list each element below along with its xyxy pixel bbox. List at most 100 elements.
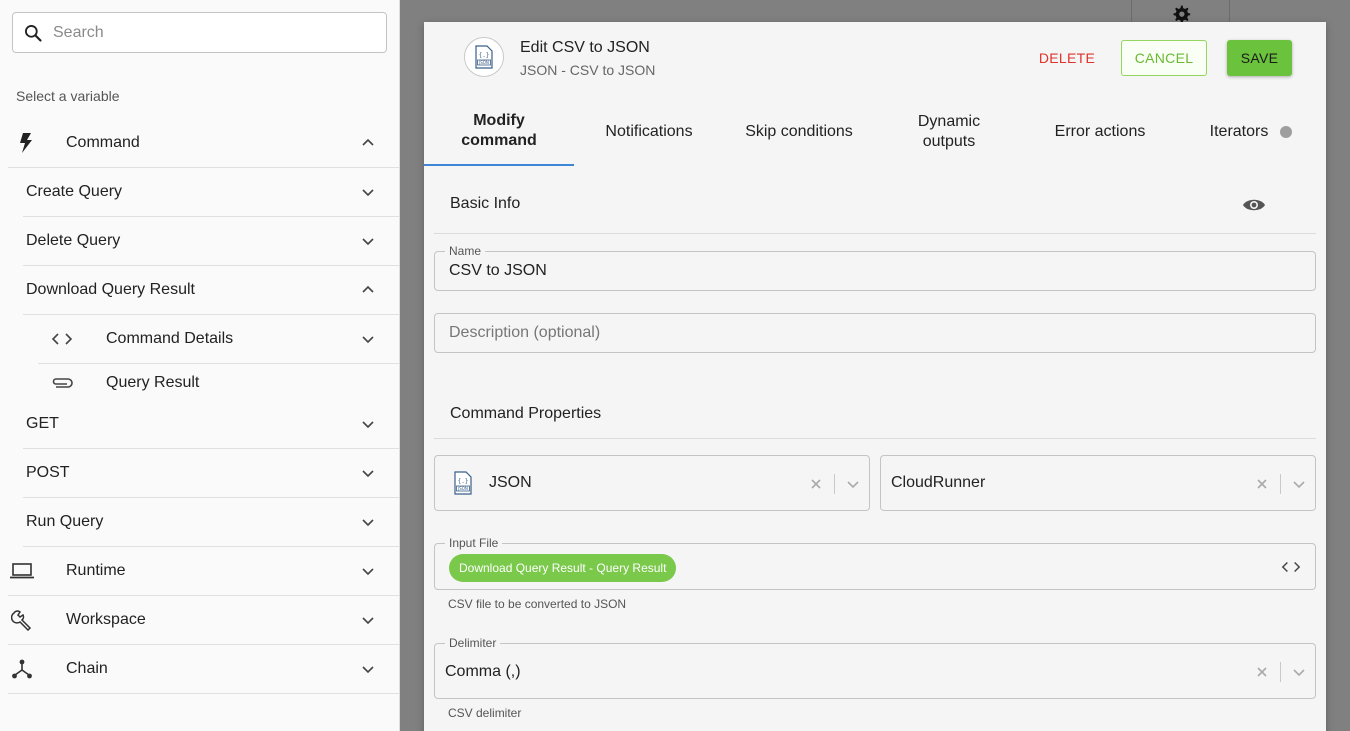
name-field[interactable]: Name CSV to JSON — [434, 244, 1316, 291]
divider — [434, 438, 1316, 439]
json-file-icon: {.} JSON — [453, 471, 473, 500]
laptop-icon — [10, 559, 34, 583]
tab-notifications[interactable]: Notifications — [574, 97, 724, 166]
name-value: CSV to JSON — [449, 262, 547, 279]
modal-title: Edit CSV to JSON — [520, 39, 650, 56]
sidebar-item-label: GET — [26, 415, 59, 432]
code-icon[interactable] — [1281, 560, 1301, 574]
sidebar-item-create-query[interactable]: Create Query — [23, 168, 399, 217]
sidebar-item-command[interactable]: Command — [8, 119, 399, 168]
bolt-icon — [14, 131, 38, 155]
sidebar-item-label: Delete Query — [26, 232, 121, 249]
basic-info-title: Basic Info — [450, 195, 521, 212]
chevron-down-icon[interactable] — [361, 234, 375, 248]
sidebar-item-label: Create Query — [26, 183, 123, 200]
integration-select[interactable]: {.} JSON JSON — [434, 455, 870, 511]
eye-icon[interactable] — [1242, 193, 1266, 217]
edit-command-modal: {.} JSON Edit CSV to JSON JSON - CSV to J… — [424, 22, 1326, 731]
input-file-label: Input File — [445, 536, 503, 550]
description-placeholder: Description (optional) — [449, 324, 601, 341]
chevron-up-icon[interactable] — [361, 136, 375, 150]
gear-icon[interactable] — [1171, 4, 1191, 24]
delimiter-helper: CSV delimiter — [448, 706, 522, 720]
sidebar-item-delete-query[interactable]: Delete Query — [23, 217, 399, 266]
settings-area — [1131, 0, 1230, 24]
input-file-field[interactable]: Input File Download Query Result - Query… — [434, 536, 1316, 590]
chevron-down-icon[interactable] — [361, 515, 375, 529]
chevron-down-icon[interactable] — [1291, 476, 1307, 492]
svg-text:JSON: JSON — [457, 486, 468, 491]
clear-icon[interactable] — [809, 477, 823, 491]
sidebar-item-query-result[interactable]: Query Result — [38, 364, 399, 401]
svg-text:{.}: {.} — [479, 52, 490, 59]
command-properties-title: Command Properties — [450, 405, 602, 422]
tab-label: Modify command — [461, 111, 537, 149]
sidebar-item-label: Command Details — [106, 330, 234, 347]
sidebar-item-command-details[interactable]: Command Details — [38, 315, 399, 364]
divider — [434, 233, 1316, 234]
chevron-up-icon[interactable] — [361, 283, 375, 297]
input-file-helper: CSV file to be converted to JSON — [448, 597, 627, 611]
chevron-down-icon[interactable] — [361, 185, 375, 199]
tab-iterators[interactable]: Iterators — [1176, 97, 1326, 166]
sidebar-item-workspace[interactable]: Workspace — [8, 596, 399, 645]
json-file-icon: {.} JSON — [464, 37, 504, 77]
select-variable-label: Select a variable — [16, 88, 120, 104]
sidebar-item-runtime[interactable]: Runtime — [8, 547, 399, 596]
sidebar-item-label: Query Result — [106, 373, 200, 391]
chevron-down-icon[interactable] — [361, 662, 375, 676]
chevron-down-icon[interactable] — [361, 466, 375, 480]
chain-icon — [10, 657, 34, 681]
cancel-button[interactable]: CANCEL — [1121, 40, 1207, 76]
chevron-down-icon[interactable] — [1291, 664, 1307, 680]
chevron-down-icon[interactable] — [361, 613, 375, 627]
tab-error-actions[interactable]: Error actions — [1024, 97, 1176, 166]
description-field[interactable]: Description (optional) — [434, 313, 1316, 353]
code-icon — [50, 327, 74, 351]
separator — [834, 474, 835, 494]
search-box[interactable] — [12, 12, 387, 53]
status-dot — [1280, 125, 1293, 138]
tab-label: Dynamic outputs — [917, 112, 981, 150]
sidebar-item-run-query[interactable]: Run Query — [23, 498, 399, 547]
tab-modify-command[interactable]: Modify command — [424, 97, 574, 166]
variable-panel: Select a variable Command Create Query D… — [0, 0, 400, 731]
sidebar-item-chain[interactable]: Chain — [8, 645, 399, 694]
modal-subtitle: JSON - CSV to JSON — [520, 62, 656, 78]
wrench-icon — [10, 608, 34, 632]
save-button[interactable]: SAVE — [1227, 40, 1292, 76]
chevron-down-icon[interactable] — [361, 417, 375, 431]
input-file-chip[interactable]: Download Query Result - Query Result — [449, 554, 677, 582]
runner-select[interactable]: CloudRunner — [880, 455, 1316, 511]
clear-icon[interactable] — [1255, 477, 1269, 491]
sidebar-item-post[interactable]: POST — [23, 449, 399, 498]
sidebar-item-label: Workspace — [66, 611, 146, 628]
tab-skip-conditions[interactable]: Skip conditions — [724, 97, 874, 166]
sidebar-item-label: Runtime — [66, 562, 126, 579]
search-input[interactable] — [53, 23, 353, 42]
delimiter-value: Comma (,) — [445, 663, 521, 680]
sidebar-item-download-query-result[interactable]: Download Query Result — [23, 266, 399, 315]
delete-button[interactable]: DELETE — [1032, 40, 1102, 76]
tab-label: Iterators — [1209, 122, 1269, 140]
tab-label: Notifications — [605, 122, 693, 140]
separator — [1280, 662, 1281, 682]
tab-bar: Modify command Notifications Skip condit… — [424, 97, 1326, 166]
sidebar-item-label: POST — [26, 464, 70, 481]
runner-value: CloudRunner — [891, 474, 986, 491]
separator — [1280, 474, 1281, 494]
delimiter-select[interactable]: Delimiter Comma (,) — [434, 636, 1316, 699]
name-label: Name — [445, 244, 486, 258]
clear-icon[interactable] — [1255, 665, 1269, 679]
modal-header: {.} JSON Edit CSV to JSON JSON - CSV to J… — [424, 22, 1326, 97]
chevron-down-icon[interactable] — [845, 476, 861, 492]
search-icon — [25, 24, 42, 42]
sidebar-item-get[interactable]: GET — [23, 400, 399, 449]
tab-label: Error actions — [1054, 122, 1146, 140]
tab-label: Skip conditions — [745, 122, 853, 140]
tab-dynamic-outputs[interactable]: Dynamic outputs — [874, 97, 1024, 166]
integration-value: JSON — [489, 474, 532, 491]
chevron-down-icon[interactable] — [361, 564, 375, 578]
chevron-down-icon[interactable] — [361, 332, 375, 346]
sidebar-item-label: Download Query Result — [26, 281, 195, 298]
